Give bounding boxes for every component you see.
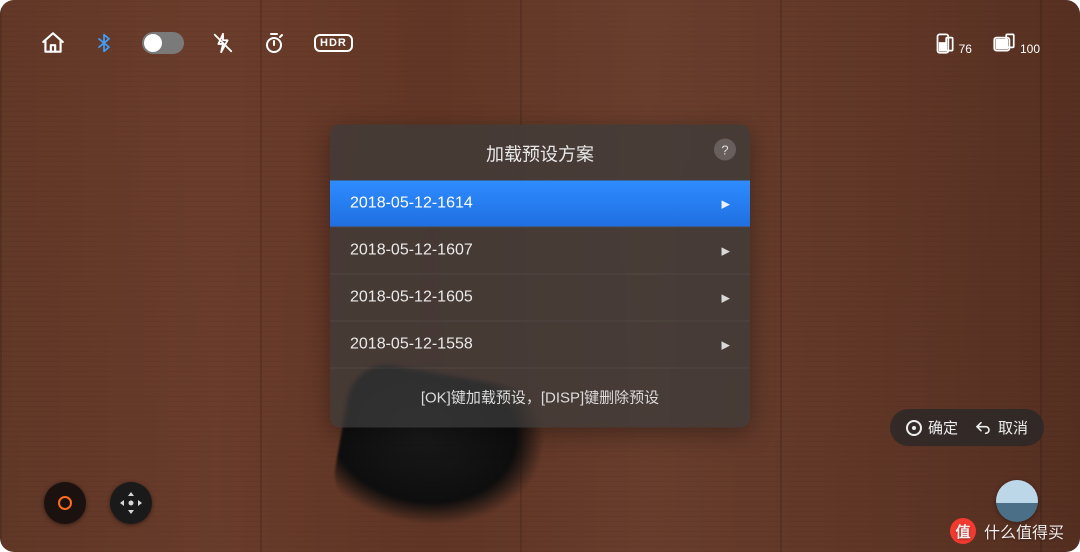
chevron-right-icon: ▶ — [722, 338, 730, 351]
bluetooth-icon[interactable] — [94, 30, 114, 56]
preset-label: 2018-05-12-1558 — [350, 336, 473, 354]
hdr-indicator[interactable]: HDR — [314, 34, 353, 52]
phone-battery-value: 76 — [959, 42, 972, 56]
top-bar-left-group: HDR — [40, 30, 353, 56]
camera-battery-value: 100 — [1020, 42, 1040, 56]
preset-label: 2018-05-12-1605 — [350, 289, 473, 307]
target-icon — [906, 420, 922, 436]
chevron-right-icon: ▶ — [722, 197, 730, 210]
camera-app-viewport: HDR 76 100 加载预设方案 ? — [0, 0, 1080, 552]
gallery-avatar[interactable] — [996, 480, 1038, 522]
ring-icon — [58, 496, 72, 510]
preset-label: 2018-05-12-1614 — [350, 195, 473, 213]
preset-item-selected[interactable]: 2018-05-12-1614 ▶ — [330, 181, 750, 227]
watermark-badge: 值 — [950, 518, 976, 544]
phone-battery-indicator: 76 — [931, 30, 972, 56]
watermark-text: 什么值得买 — [984, 519, 1064, 543]
toggle-knob — [144, 34, 162, 52]
help-icon[interactable]: ? — [714, 139, 736, 161]
load-preset-dialog: 加载预设方案 ? 2018-05-12-1614 ▶ 2018-05-12-16… — [330, 125, 750, 428]
preset-item[interactable]: 2018-05-12-1607 ▶ — [330, 227, 750, 274]
camera-battery-indicator: 100 — [990, 30, 1040, 56]
dialog-header: 加载预设方案 ? — [330, 125, 750, 181]
preset-label: 2018-05-12-1607 — [350, 242, 473, 260]
record-target-button[interactable] — [44, 482, 86, 524]
watermark: 值 什么值得买 — [950, 518, 1064, 544]
confirm-button[interactable]: 确定 — [906, 417, 958, 438]
chevron-right-icon: ▶ — [722, 291, 730, 304]
flash-off-icon[interactable] — [212, 31, 234, 55]
top-status-bar: HDR 76 100 — [0, 0, 1080, 90]
back-arrow-icon — [974, 420, 992, 436]
confirm-cancel-bar: 确定 取消 — [890, 409, 1044, 446]
cancel-label: 取消 — [998, 417, 1028, 438]
dpad-icon — [121, 493, 141, 513]
top-bar-right-group: 76 100 — [931, 30, 1040, 56]
confirm-label: 确定 — [928, 417, 958, 438]
dialog-title: 加载预设方案 — [486, 141, 594, 167]
timer-icon[interactable] — [262, 31, 286, 55]
dpad-button[interactable] — [110, 482, 152, 524]
chevron-right-icon: ▶ — [722, 244, 730, 257]
preset-item[interactable]: 2018-05-12-1605 ▶ — [330, 274, 750, 321]
dialog-hint-text: [OK]键加载预设，[DISP]键删除预设 — [330, 368, 750, 428]
preset-item[interactable]: 2018-05-12-1558 ▶ — [330, 321, 750, 368]
preset-list: 2018-05-12-1614 ▶ 2018-05-12-1607 ▶ 2018… — [330, 181, 750, 368]
mode-toggle[interactable] — [142, 32, 184, 54]
home-icon[interactable] — [40, 30, 66, 56]
cancel-button[interactable]: 取消 — [974, 417, 1028, 438]
